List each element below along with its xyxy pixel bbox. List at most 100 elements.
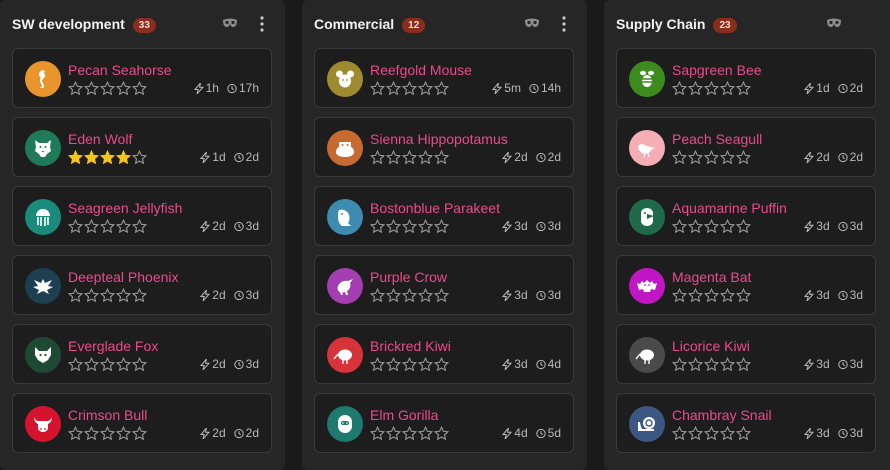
task-card[interactable]: Sienna Hippopotamus 2d 2d [314,117,574,177]
star-outline-icon[interactable] [434,150,449,164]
task-card[interactable]: Magenta Bat 3d 3d [616,255,876,315]
star-outline-icon[interactable] [704,81,719,95]
card-title[interactable]: Licorice Kiwi [672,338,750,354]
star-outline-icon[interactable] [132,219,147,233]
rating-stars[interactable] [672,150,751,164]
star-outline-icon[interactable] [704,288,719,302]
star-outline-icon[interactable] [386,81,401,95]
star-outline-icon[interactable] [402,219,417,233]
star-outline-icon[interactable] [434,426,449,440]
star-outline-icon[interactable] [672,150,687,164]
card-title[interactable]: Crimson Bull [68,407,147,423]
star-outline-icon[interactable] [84,426,99,440]
star-outline-icon[interactable] [434,219,449,233]
rating-stars[interactable] [370,150,449,164]
star-outline-icon[interactable] [116,81,131,95]
card-title[interactable]: Seagreen Jellyfish [68,200,182,216]
more-options-icon[interactable] [559,15,569,33]
star-outline-icon[interactable] [418,219,433,233]
star-filled-icon[interactable] [84,150,99,164]
star-outline-icon[interactable] [672,288,687,302]
star-outline-icon[interactable] [370,219,385,233]
star-outline-icon[interactable] [84,219,99,233]
star-outline-icon[interactable] [402,288,417,302]
task-card[interactable]: Sapgreen Bee 1d 2d [616,48,876,108]
rating-stars[interactable] [672,357,751,371]
rating-stars[interactable] [370,288,449,302]
rating-stars[interactable] [68,81,147,95]
task-card[interactable]: Peach Seagull 2d 2d [616,117,876,177]
card-title[interactable]: Pecan Seahorse [68,62,172,78]
star-outline-icon[interactable] [370,81,385,95]
star-outline-icon[interactable] [116,357,131,371]
star-outline-icon[interactable] [434,81,449,95]
rating-stars[interactable] [370,219,449,233]
star-outline-icon[interactable] [68,219,83,233]
star-outline-icon[interactable] [720,219,735,233]
rating-stars[interactable] [68,288,147,302]
star-outline-icon[interactable] [100,219,115,233]
star-outline-icon[interactable] [132,426,147,440]
star-outline-icon[interactable] [418,288,433,302]
rating-stars[interactable] [370,426,449,440]
star-outline-icon[interactable] [704,426,719,440]
star-outline-icon[interactable] [434,288,449,302]
star-outline-icon[interactable] [402,426,417,440]
task-card[interactable]: Purple Crow 3d 3d [314,255,574,315]
card-title[interactable]: Everglade Fox [68,338,158,354]
more-options-icon[interactable] [257,15,267,33]
task-card[interactable]: Elm Gorilla 4d 5d [314,393,574,453]
card-title[interactable]: Bostonblue Parakeet [370,200,500,216]
star-outline-icon[interactable] [370,288,385,302]
rating-stars[interactable] [68,357,147,371]
star-outline-icon[interactable] [688,357,703,371]
star-outline-icon[interactable] [68,288,83,302]
mask-icon[interactable] [222,17,238,29]
rating-stars[interactable] [68,150,147,164]
star-outline-icon[interactable] [672,81,687,95]
star-outline-icon[interactable] [704,150,719,164]
task-card[interactable]: Aquamarine Puffin 3d 3d [616,186,876,246]
task-card[interactable]: Deepteal Phoenix 2d 3d [12,255,272,315]
rating-stars[interactable] [672,288,751,302]
card-title[interactable]: Elm Gorilla [370,407,438,423]
star-outline-icon[interactable] [68,81,83,95]
star-outline-icon[interactable] [386,357,401,371]
star-outline-icon[interactable] [68,357,83,371]
task-card[interactable]: Brickred Kiwi 3d 4d [314,324,574,384]
star-outline-icon[interactable] [386,288,401,302]
star-outline-icon[interactable] [100,357,115,371]
card-title[interactable]: Aquamarine Puffin [672,200,787,216]
star-outline-icon[interactable] [386,426,401,440]
star-outline-icon[interactable] [418,426,433,440]
star-outline-icon[interactable] [418,357,433,371]
card-title[interactable]: Magenta Bat [672,269,751,285]
star-outline-icon[interactable] [720,81,735,95]
star-outline-icon[interactable] [688,81,703,95]
card-title[interactable]: Purple Crow [370,269,447,285]
star-outline-icon[interactable] [132,357,147,371]
star-outline-icon[interactable] [386,219,401,233]
star-outline-icon[interactable] [84,81,99,95]
star-outline-icon[interactable] [688,288,703,302]
star-outline-icon[interactable] [370,357,385,371]
card-title[interactable]: Brickred Kiwi [370,338,451,354]
card-title[interactable]: Deepteal Phoenix [68,269,179,285]
task-card[interactable]: Reefgold Mouse 5m 14h [314,48,574,108]
star-outline-icon[interactable] [402,81,417,95]
star-outline-icon[interactable] [672,426,687,440]
star-outline-icon[interactable] [736,150,751,164]
star-filled-icon[interactable] [68,150,83,164]
card-title[interactable]: Chambray Snail [672,407,772,423]
star-outline-icon[interactable] [672,357,687,371]
star-outline-icon[interactable] [370,150,385,164]
star-outline-icon[interactable] [100,426,115,440]
star-outline-icon[interactable] [84,357,99,371]
task-card[interactable]: Pecan Seahorse 1h 17h [12,48,272,108]
star-outline-icon[interactable] [736,357,751,371]
star-outline-icon[interactable] [736,288,751,302]
task-card[interactable]: Chambray Snail 3d 3d [616,393,876,453]
star-outline-icon[interactable] [68,426,83,440]
star-outline-icon[interactable] [402,150,417,164]
star-outline-icon[interactable] [386,150,401,164]
